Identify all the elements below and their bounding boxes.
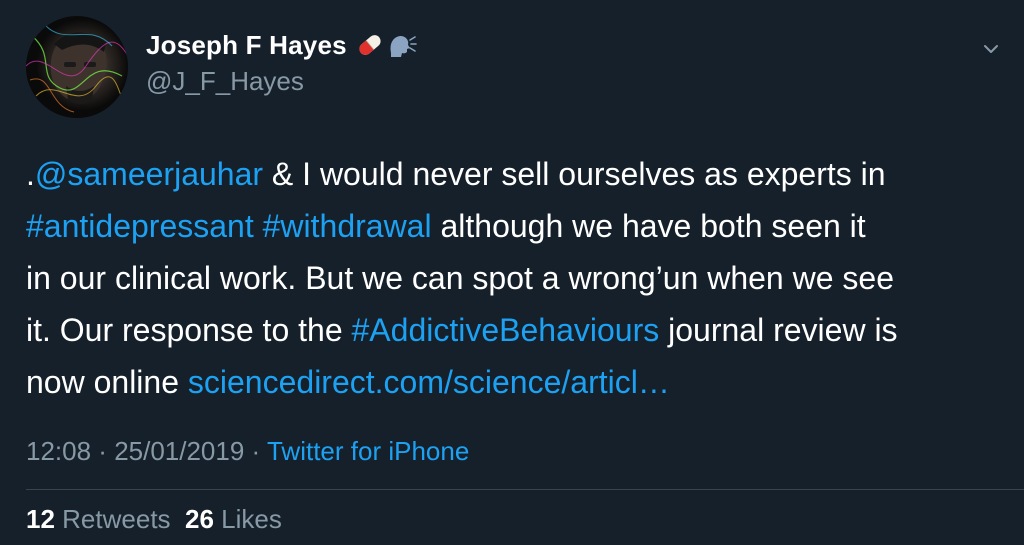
tweet-stats: 12 Retweets 26 Likes (26, 504, 282, 535)
tweet-text-line: now online sciencedirect.com/science/art… (26, 356, 1001, 408)
avatar[interactable] (26, 16, 128, 118)
tweet-text-segment (254, 208, 263, 244)
tweet-text-segment: & I would never sell ourselves as expert… (263, 156, 886, 192)
hashtag-link[interactable]: #withdrawal (263, 208, 432, 244)
mention-link[interactable]: @sameerjauhar (35, 156, 263, 192)
likes-stat[interactable]: 26 Likes (185, 504, 282, 534)
tweet-text-segment: . (26, 156, 35, 192)
tweet-source-link[interactable]: Twitter for iPhone (267, 436, 469, 466)
retweets-label: Retweets (62, 504, 171, 534)
tweet-text-segment: it. Our response to the (26, 312, 352, 348)
divider (26, 489, 1024, 490)
meta-separator: · (91, 436, 115, 466)
pill-icon (355, 31, 385, 59)
tweet-text-line: it. Our response to the #AddictiveBehavi… (26, 304, 1001, 356)
tweet-text-segment: in our clinical work. But we can spot a … (26, 260, 894, 296)
tweet-text-line: #antidepressant #withdrawal although we … (26, 200, 1001, 252)
tweet-time[interactable]: 12:08 (26, 436, 91, 466)
tweet-text-segment: although we have both seen it (431, 208, 866, 244)
likes-count: 26 (185, 504, 214, 534)
author-display-name[interactable]: Joseph F Hayes (146, 30, 347, 61)
tweet-text-line: .@sameerjauhar & I would never sell ours… (26, 148, 1001, 200)
likes-label: Likes (221, 504, 282, 534)
tweet-text: .@sameerjauhar & I would never sell ours… (26, 148, 1001, 408)
chevron-down-icon[interactable] (978, 36, 1004, 62)
tweet-text-segment: now online (26, 364, 188, 400)
hashtag-link[interactable]: #AddictiveBehaviours (352, 312, 660, 348)
tweet-meta: 12:08 · 25/01/2019 · Twitter for iPhone (26, 436, 469, 467)
url-link[interactable]: sciencedirect.com/science/articl… (188, 364, 670, 400)
speaking-head-icon (387, 31, 417, 59)
retweets-stat[interactable]: 12 Retweets (26, 504, 171, 534)
tweet-date[interactable]: 25/01/2019 (114, 436, 244, 466)
retweets-count: 12 (26, 504, 55, 534)
tweet-text-line: in our clinical work. But we can spot a … (26, 252, 1001, 304)
avatar-image (26, 16, 128, 118)
hashtag-link[interactable]: #antidepressant (26, 208, 254, 244)
author-name-row[interactable]: Joseph F Hayes (146, 24, 417, 66)
author-handle[interactable]: @J_F_Hayes (146, 66, 304, 97)
tweet-text-segment: journal review is (659, 312, 898, 348)
meta-separator: · (244, 436, 267, 466)
